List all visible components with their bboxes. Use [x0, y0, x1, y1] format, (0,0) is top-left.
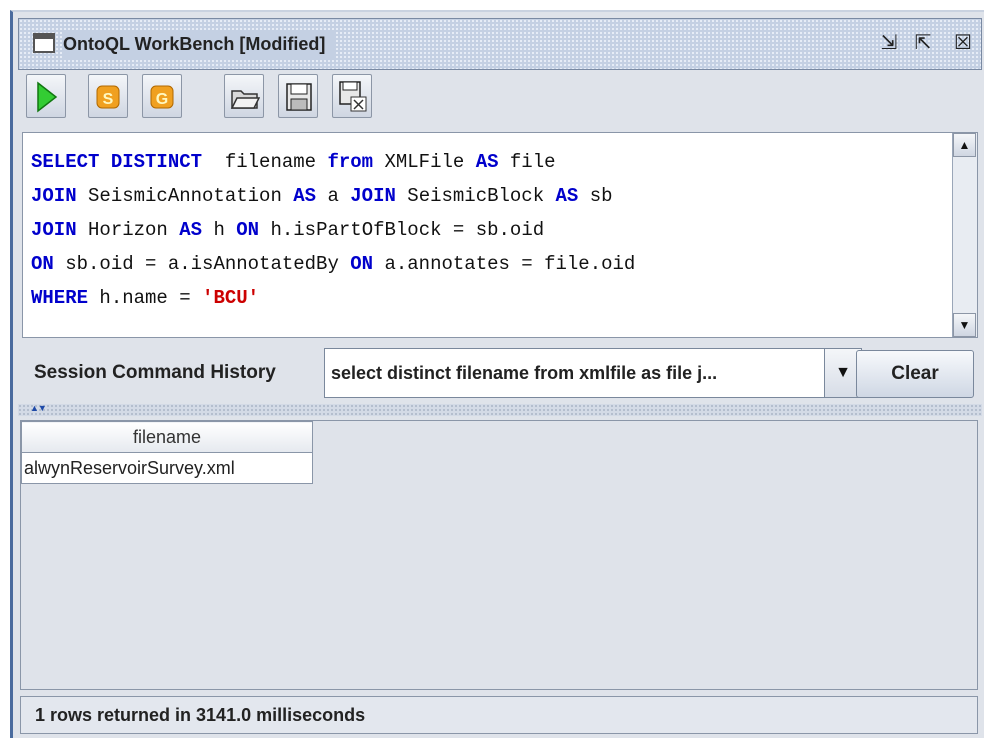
sql-keyword: AS	[179, 219, 203, 241]
history-selected-value[interactable]: select distinct filename from xmlfile as…	[331, 349, 717, 397]
floppy-icon	[286, 83, 312, 111]
table-body: alwynReservoirSurvey.xml	[21, 452, 313, 484]
history-bar: Session Command History select distinct …	[18, 338, 982, 412]
status-bar: 1 rows returned in 3141.0 milliseconds	[20, 696, 978, 734]
table-cell[interactable]: alwynReservoirSurvey.xml	[21, 452, 313, 484]
sql-keyword: from	[327, 151, 374, 173]
table-header-row: filename	[21, 421, 313, 453]
sql-keyword: SELECT DISTINCT	[31, 151, 203, 173]
editor-scrollbar[interactable]: ▲ ▼	[952, 133, 977, 337]
sql-keyword: ON	[350, 253, 374, 275]
sql-text: a.annotates = file.oid	[373, 253, 636, 275]
sql-string: 'BCU'	[202, 287, 260, 309]
query-line[interactable]: ON sb.oid = a.isAnnotatedBy ON a.annotat…	[31, 247, 635, 281]
sql-text: Horizon	[76, 219, 180, 241]
export-button[interactable]	[332, 74, 372, 118]
sql-keyword: JOIN	[350, 185, 396, 207]
status-text: 1 rows returned in 3141.0 milliseconds	[35, 705, 366, 725]
sql-text: SeismicAnnotation	[76, 185, 294, 207]
sql-keyword: AS	[293, 185, 317, 207]
clear-button[interactable]: Clear	[856, 350, 974, 398]
run-button[interactable]	[26, 74, 66, 118]
folder-open-icon	[230, 90, 260, 109]
sql-keyword: JOIN	[31, 219, 77, 241]
sparql-g-button[interactable]: G	[142, 74, 182, 118]
sql-text: sb	[578, 185, 613, 207]
title-bar[interactable]: OntoQL WorkBench [Modified] ⇲ ⇱ ☒	[18, 18, 982, 70]
query-line[interactable]: JOIN Horizon AS h ON h.isPartOfBlock = s…	[31, 213, 635, 247]
split-pane-divider[interactable]: ▲▼	[18, 403, 982, 416]
restore-icon[interactable]: ⇲	[877, 31, 901, 55]
results-panel: filename alwynReservoirSurvey.xml	[20, 420, 978, 690]
g-icon: G	[150, 85, 174, 109]
sql-text: file	[498, 151, 556, 173]
sql-keyword: JOIN	[31, 185, 77, 207]
sql-keyword: AS	[475, 151, 499, 173]
scroll-down-icon[interactable]: ▼	[953, 313, 976, 337]
table-row[interactable]: alwynReservoirSurvey.xml	[21, 452, 313, 484]
query-line[interactable]: JOIN SeismicAnnotation AS a JOIN Seismic…	[31, 179, 635, 213]
sql-keyword: WHERE	[31, 287, 89, 309]
history-dropdown[interactable]: select distinct filename from xmlfile as…	[324, 348, 862, 398]
window-title: OntoQL WorkBench [Modified]	[63, 30, 336, 58]
query-text[interactable]: SELECT DISTINCT filename from XMLFile AS…	[31, 145, 635, 315]
sql-text: h	[202, 219, 237, 241]
sql-text: h.isPartOfBlock = sb.oid	[259, 219, 545, 241]
floppy-excel-icon	[339, 81, 367, 112]
sql-text: sb.oid = a.isAnnotatedBy	[53, 253, 351, 275]
results-table: filename alwynReservoirSurvey.xml	[21, 421, 313, 484]
splitter-arrows-icon[interactable]: ▲▼	[30, 403, 47, 413]
sql-keyword: ON	[236, 219, 260, 241]
sql-keyword: ON	[31, 253, 54, 275]
query-line[interactable]: WHERE h.name = 'BCU'	[31, 281, 635, 315]
query-line[interactable]: SELECT DISTINCT filename from XMLFile AS…	[31, 145, 635, 179]
toolbar: S G	[18, 70, 982, 124]
sql-text: filename	[202, 151, 328, 173]
maximize-icon[interactable]: ⇱	[911, 31, 935, 55]
history-label: Session Command History	[34, 362, 276, 383]
query-editor[interactable]: SELECT DISTINCT filename from XMLFile AS…	[22, 132, 978, 338]
save-button[interactable]	[278, 74, 318, 118]
scroll-up-icon[interactable]: ▲	[953, 133, 976, 157]
s-icon-letter: S	[103, 91, 114, 108]
g-icon-letter: G	[156, 91, 168, 108]
sql-keyword: AS	[555, 185, 579, 207]
open-button[interactable]	[224, 74, 264, 118]
sql-text: SeismicBlock	[395, 185, 556, 207]
sql-text: XMLFile	[373, 151, 476, 173]
sparql-s-button[interactable]: S	[88, 74, 128, 118]
sql-text: a	[316, 185, 351, 207]
column-header-filename[interactable]: filename	[21, 421, 313, 453]
play-icon	[37, 81, 58, 113]
s-icon: S	[96, 85, 120, 109]
window-icon	[33, 33, 55, 53]
sql-text: h.name =	[88, 287, 203, 309]
close-icon[interactable]: ☒	[951, 31, 975, 55]
